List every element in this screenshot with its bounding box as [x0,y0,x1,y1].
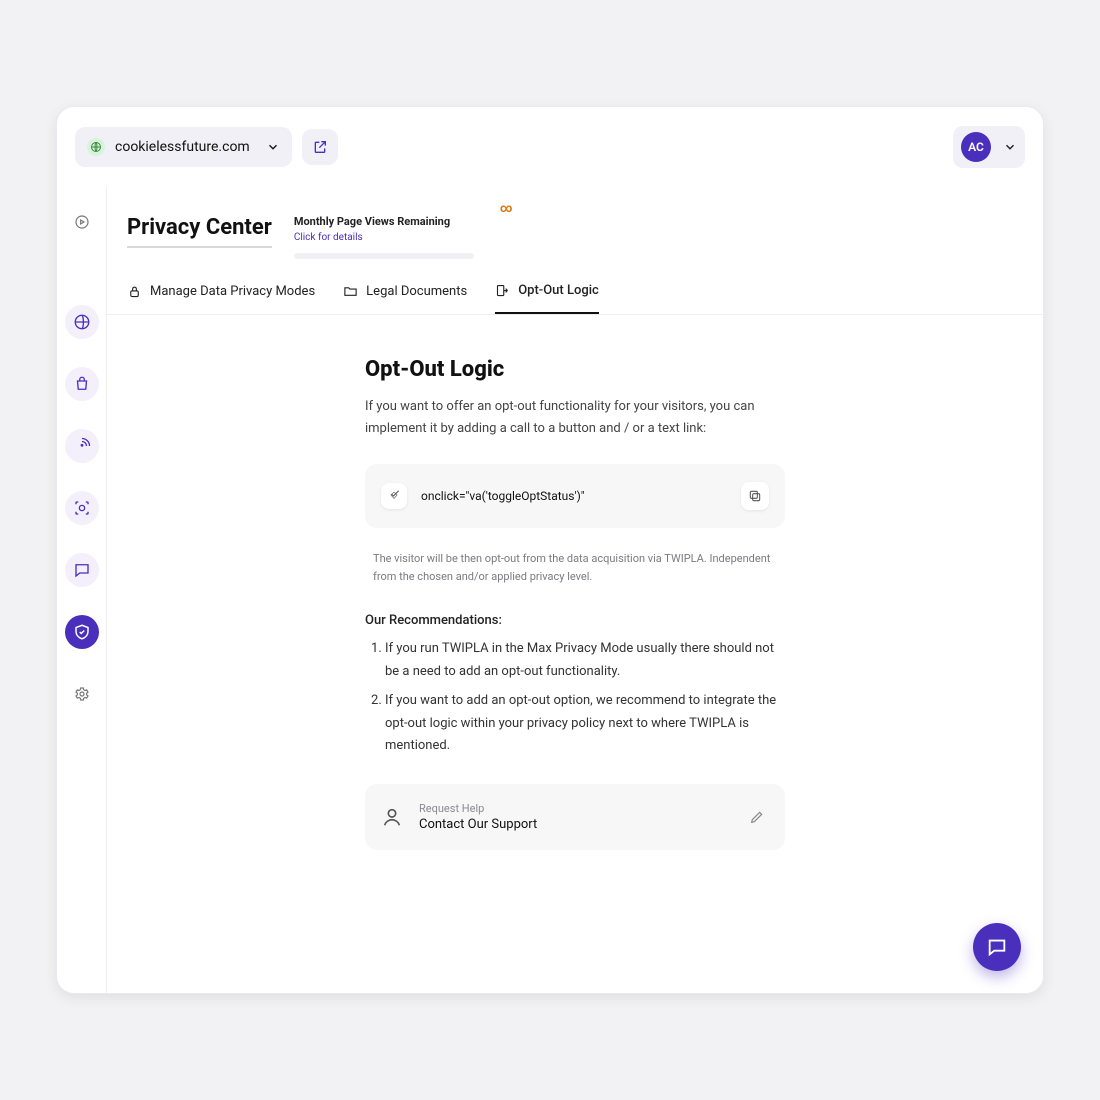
scan-icon [73,499,91,517]
site-domain-label: cookielessfuture.com [115,139,250,155]
copy-button[interactable] [741,482,769,510]
rail-item-chat[interactable] [65,553,99,587]
user-avatar: AC [961,132,991,162]
chevron-down-icon [266,140,280,154]
quota-infinity-badge: ∞ [500,201,513,215]
recommendations-list: If you run TWIPLA in the Max Privacy Mod… [365,638,785,758]
site-favicon-icon [87,138,105,156]
account-menu[interactable]: AC [953,126,1025,168]
support-kicker: Request Help [419,802,729,815]
rail-item-settings[interactable] [65,677,99,711]
tab-bar: Manage Data Privacy Modes Legal Document… [107,259,1043,315]
tab-manage-privacy-modes[interactable]: Manage Data Privacy Modes [127,283,315,314]
site-selector[interactable]: cookielessfuture.com [75,127,292,167]
app-window: cookielessfuture.com AC [56,106,1044,994]
content-lead: If you want to offer an opt-out function… [365,396,785,440]
tab-opt-out-logic[interactable]: Opt-Out Logic [495,283,599,314]
rail-item-play[interactable] [65,205,99,239]
external-link-icon [312,139,328,155]
play-circle-icon [74,214,90,230]
tab-label: Manage Data Privacy Modes [150,284,315,299]
chat-bubble-icon [986,936,1008,958]
recommendations-title: Our Recommendations: [365,613,785,628]
shield-check-icon [73,623,91,641]
topbar: cookielessfuture.com AC [57,107,1043,187]
list-item: If you want to add an opt-out option, we… [385,690,785,758]
rail-item-scan[interactable] [65,491,99,525]
quota-progress-bar [294,253,474,259]
person-icon [381,806,403,828]
support-edit-button[interactable] [745,805,769,829]
tab-label: Legal Documents [366,284,467,299]
code-snippet-card: onclick="va('toggleOptStatus')" [365,464,785,528]
copy-icon [748,489,762,503]
user-initials: AC [968,140,984,154]
left-nav-rail [57,187,107,993]
content-heading: Opt-Out Logic [365,357,785,382]
open-external-button[interactable] [302,129,338,165]
chevron-down-icon [1003,140,1017,154]
page-canvas: Privacy Center Monthly Page Views Remain… [107,187,1043,993]
chat-icon [73,561,91,579]
folder-icon [343,284,358,299]
chat-fab[interactable] [973,923,1021,971]
globe-icon [73,313,91,331]
bag-icon [73,375,91,393]
page-header: Privacy Center Monthly Page Views Remain… [107,187,1043,259]
code-text: onclick="va('toggleOptStatus')" [421,489,727,503]
rail-item-globe[interactable] [65,305,99,339]
tag-icon [381,483,407,509]
lock-icon [127,284,142,299]
page-title: Privacy Center [127,215,272,248]
gear-icon [74,686,90,702]
quota-widget[interactable]: Monthly Page Views Remaining Click for d… [294,215,474,259]
rail-item-bag[interactable] [65,367,99,401]
exit-icon [495,283,510,298]
pencil-icon [749,809,765,825]
rail-item-privacy[interactable] [65,615,99,649]
support-card[interactable]: Request Help Contact Our Support [365,784,785,850]
quota-label: Monthly Page Views Remaining [294,215,474,228]
content-panel: Opt-Out Logic If you want to offer an op… [365,357,785,850]
tab-legal-documents[interactable]: Legal Documents [343,283,467,314]
code-note: The visitor will be then opt-out from th… [373,550,777,585]
rail-item-radar[interactable] [65,429,99,463]
tab-label: Opt-Out Logic [518,283,599,298]
radar-icon [73,437,91,455]
support-main: Contact Our Support [419,817,729,832]
list-item: If you run TWIPLA in the Max Privacy Mod… [385,638,785,684]
quota-details-link[interactable]: Click for details [294,232,474,243]
